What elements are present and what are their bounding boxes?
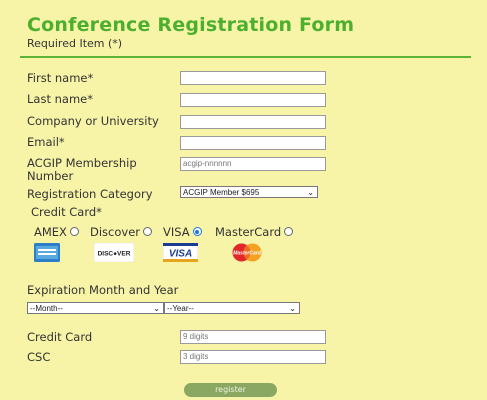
last-name-label: Last name* [27, 92, 93, 106]
company-input[interactable] [180, 115, 326, 129]
membership-label-line2: Number [27, 169, 74, 183]
year-select-value: --Year-- [167, 304, 194, 313]
month-select[interactable]: --Month-- ⌄ [27, 302, 164, 314]
expiration-label: Expiration Month and Year [27, 283, 179, 297]
credit-card-heading: Credit Card* [31, 205, 102, 219]
year-select[interactable]: --Year-- ⌄ [164, 302, 300, 314]
header-divider [20, 56, 471, 58]
card-option-discover[interactable]: Discover [90, 225, 153, 239]
chevron-down-icon: ⌄ [289, 304, 296, 313]
card-option-label: VISA [163, 225, 190, 239]
discover-logo-text: DISC●VER [98, 251, 131, 258]
company-label: Company or University [27, 114, 159, 128]
discover-logo-icon: DISC●VER [94, 243, 134, 262]
page-title: Conference Registration Form [27, 14, 355, 36]
card-option-visa[interactable]: VISA [163, 225, 202, 239]
chevron-down-icon: ⌄ [307, 188, 314, 197]
required-note: Required Item (*) [27, 37, 123, 50]
card-option-label: Discover [90, 225, 141, 239]
visa-logo-text: VISA [169, 249, 192, 260]
first-name-input[interactable] [180, 71, 326, 85]
csc-label: CSC [27, 350, 51, 364]
category-select[interactable]: ACGIP Member $695 ⌄ [180, 186, 318, 198]
radio-discover[interactable] [143, 227, 153, 236]
category-label: Registration Category [27, 187, 153, 201]
last-name-input[interactable] [180, 93, 326, 107]
radio-visa[interactable] [192, 227, 202, 236]
amex-logo-icon [34, 243, 60, 262]
chevron-down-icon: ⌄ [153, 304, 160, 313]
month-select-value: --Month-- [30, 304, 63, 313]
card-option-mastercard[interactable]: MasterCard [215, 225, 294, 239]
category-select-value: ACGIP Member $695 [183, 188, 260, 197]
credit-card-number-label: Credit Card [27, 330, 93, 344]
first-name-label: First name* [27, 71, 94, 85]
email-input[interactable] [180, 136, 326, 150]
radio-amex[interactable] [69, 227, 79, 236]
membership-input[interactable]: acgip-nnnnnn [180, 157, 326, 171]
card-option-amex[interactable]: AMEX [34, 225, 79, 239]
csc-input[interactable]: 3 digits [180, 350, 326, 364]
credit-card-number-input[interactable]: 9 digits [180, 330, 326, 344]
register-button[interactable]: register [184, 383, 277, 397]
email-label: Email* [27, 135, 65, 149]
visa-logo-icon: VISA [163, 243, 198, 262]
radio-mastercard[interactable] [284, 227, 294, 236]
mastercard-logo-text: MasterCard [233, 251, 261, 257]
membership-label: ACGIP Membership Number [27, 157, 137, 183]
mastercard-logo-icon: MasterCard [232, 243, 262, 262]
card-option-label: AMEX [34, 225, 67, 239]
card-option-label: MasterCard [215, 225, 282, 239]
